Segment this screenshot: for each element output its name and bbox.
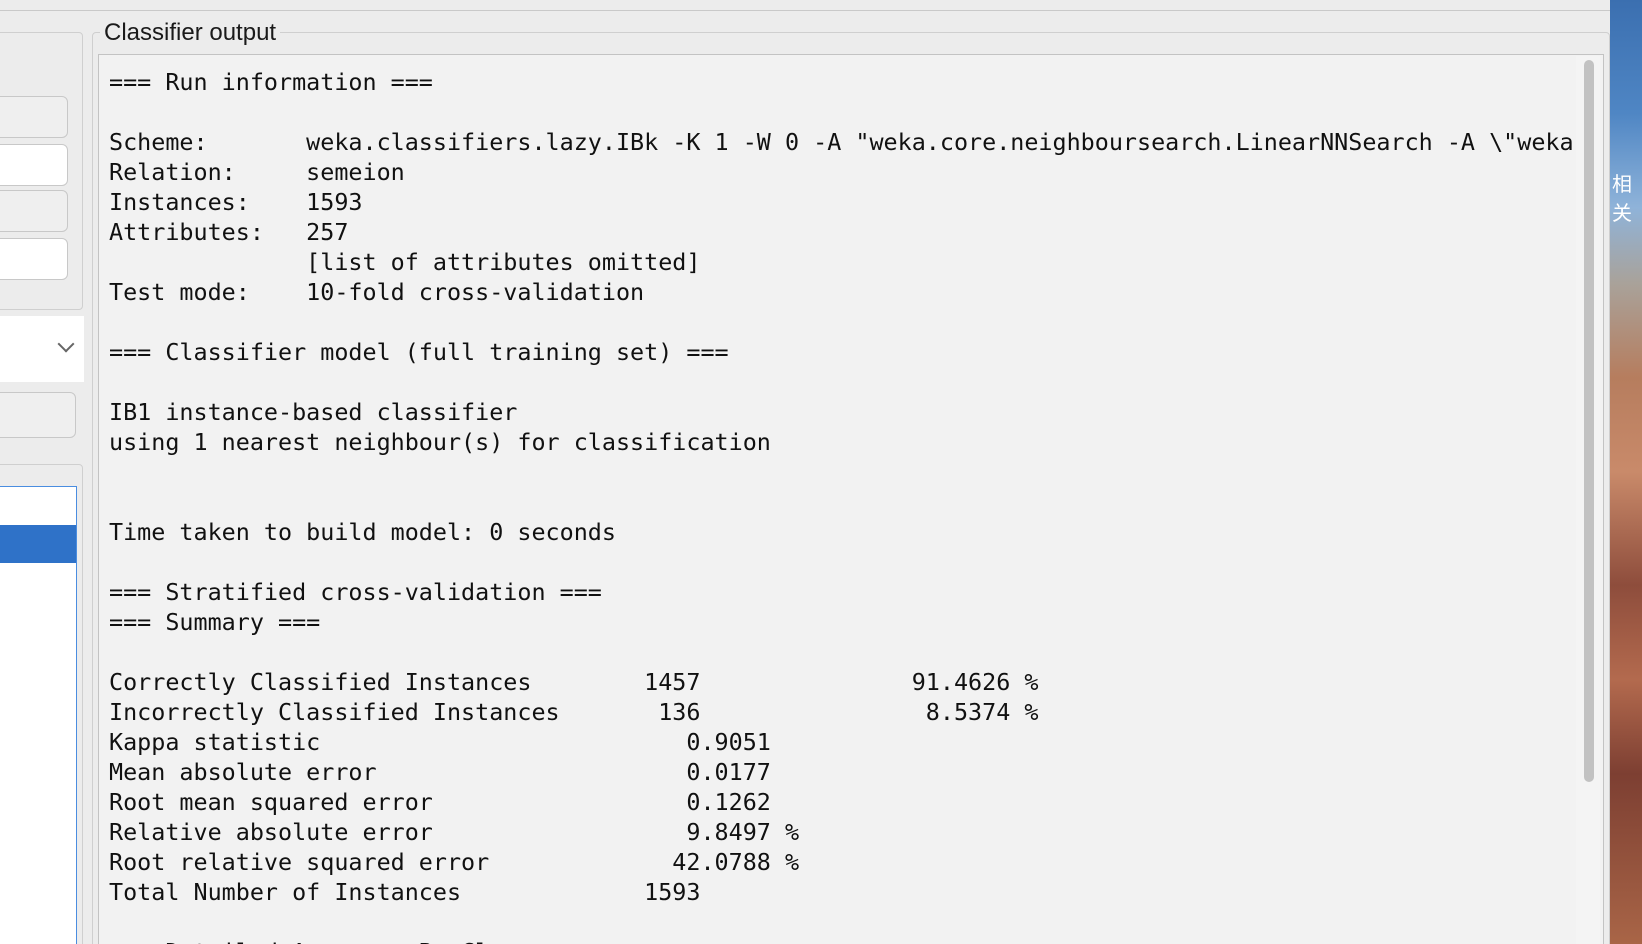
classifier-output-text: === Run information === Scheme: weka.cla… <box>109 67 1588 944</box>
output-line: === Run information === <box>109 68 433 96</box>
output-line: Relative absolute error 9.8497 % <box>109 818 800 846</box>
output-line: === Detailed Accuracy By Class === <box>109 938 588 944</box>
class-select-dropdown[interactable] <box>0 316 84 382</box>
left-panel <box>0 0 92 944</box>
output-line: [list of attributes omitted] <box>109 248 701 276</box>
classifier-output-title: Classifier output <box>100 18 281 48</box>
desktop-wallpaper-edge: 相关 <box>1610 0 1642 944</box>
output-line: Root mean squared error 0.1262 <box>109 788 771 816</box>
result-list[interactable] <box>0 486 77 944</box>
output-line: === Stratified cross-validation === <box>109 578 602 606</box>
output-line: Relation: semeion <box>109 158 405 186</box>
output-line: Incorrectly Classified Instances 136 8.5… <box>109 698 1039 726</box>
output-line: Mean absolute error 0.0177 <box>109 758 771 786</box>
output-line: Correctly Classified Instances 1457 91.4… <box>109 668 1039 696</box>
left-option-field-1[interactable] <box>0 144 68 186</box>
chevron-down-icon <box>57 335 75 353</box>
left-option-field-2[interactable] <box>0 238 68 280</box>
output-line: IB1 instance-based classifier <box>109 398 518 426</box>
output-line: === Summary === <box>109 608 321 636</box>
left-option-button-2[interactable] <box>0 190 68 232</box>
output-line: Time taken to build model: 0 seconds <box>109 518 616 546</box>
output-line: Test mode: 10-fold cross-validation <box>109 278 645 306</box>
output-line: === Classifier model (full training set)… <box>109 338 729 366</box>
output-line: using 1 nearest neighbour(s) for classif… <box>109 428 771 456</box>
classifier-output-textarea[interactable]: === Run information === Scheme: weka.cla… <box>98 54 1604 944</box>
top-divider <box>0 10 1610 11</box>
output-line: Total Number of Instances 1593 <box>109 878 701 906</box>
left-option-button-1[interactable] <box>0 96 68 138</box>
desktop-edge-text: 相关 <box>1612 172 1632 225</box>
output-line: Root relative squared error 42.0788 % <box>109 848 800 876</box>
output-line: Attributes: 257 <box>109 218 349 246</box>
output-line: Scheme: weka.classifiers.lazy.IBk -K 1 -… <box>109 128 1588 156</box>
start-button[interactable] <box>0 392 76 438</box>
output-line: Kappa statistic 0.9051 <box>109 728 771 756</box>
weka-explorer-window: Classifier output === Run information ==… <box>0 0 1642 944</box>
output-line: Instances: 1593 <box>109 188 363 216</box>
output-scrollbar-thumb[interactable] <box>1584 60 1594 782</box>
result-list-selected-item[interactable] <box>0 525 76 563</box>
